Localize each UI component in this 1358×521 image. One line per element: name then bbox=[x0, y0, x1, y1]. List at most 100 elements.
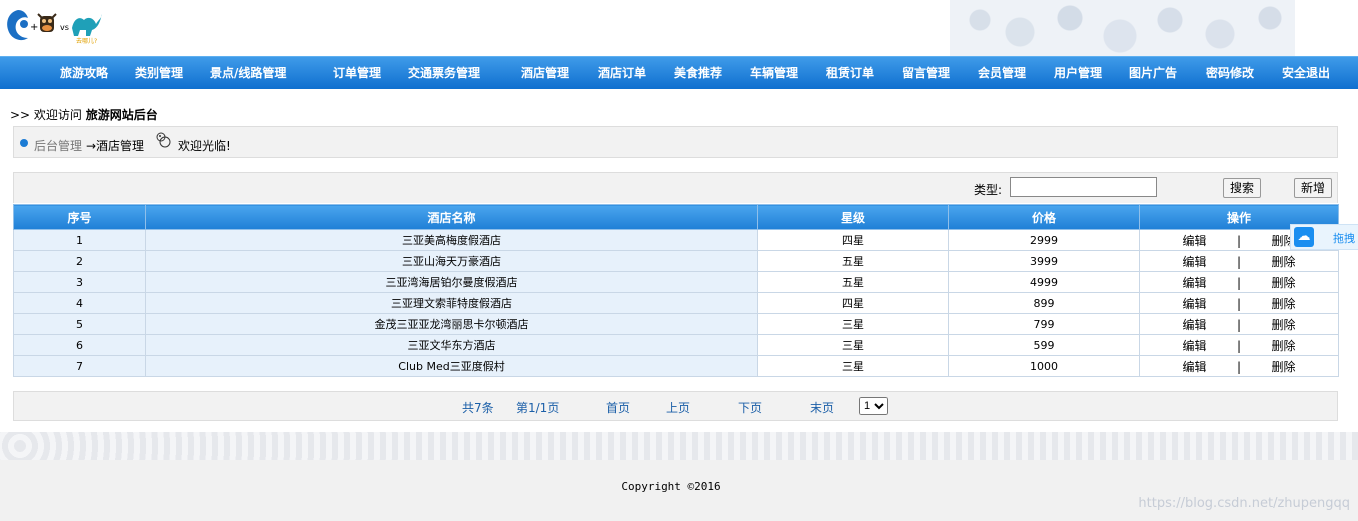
delete-link[interactable]: 删除 bbox=[1272, 358, 1296, 375]
action-separator: | bbox=[1236, 359, 1242, 374]
cell-id: 6 bbox=[13, 334, 146, 356]
pager-first[interactable]: 首页 bbox=[606, 399, 630, 416]
breadcrumb-bullet-icon bbox=[20, 139, 28, 147]
site-logo: + vs 去哪儿? bbox=[7, 10, 102, 45]
cell-id: 3 bbox=[13, 271, 146, 293]
header-id: 序号 bbox=[13, 204, 146, 230]
cell-price: 3999 bbox=[948, 250, 1140, 272]
search-button[interactable]: 搜索 bbox=[1223, 178, 1262, 198]
delete-link[interactable]: 删除 bbox=[1272, 337, 1296, 354]
edit-link[interactable]: 编辑 bbox=[1182, 358, 1206, 375]
action-separator: | bbox=[1236, 338, 1242, 353]
logo-brand: 去哪儿? bbox=[76, 37, 97, 45]
nav-category-admin[interactable]: 类别管理 bbox=[135, 57, 183, 89]
header-price: 价格 bbox=[948, 204, 1140, 230]
table-row: 6 三亚文华东方酒店 三星 599 编辑 | 删除 bbox=[13, 334, 1339, 356]
type-label: 类型: bbox=[974, 183, 1003, 197]
nav-member-admin[interactable]: 会员管理 bbox=[978, 57, 1026, 89]
logo-vs: vs bbox=[60, 23, 69, 32]
delete-link[interactable]: 删除 bbox=[1272, 274, 1296, 291]
nav-food[interactable]: 美食推荐 bbox=[674, 57, 722, 89]
table-row: 2 三亚山海天万豪酒店 五星 3999 编辑 | 删除 bbox=[13, 250, 1339, 272]
pagination: 共7条 第1/1页 首页 上页 下页 末页 1 bbox=[13, 391, 1338, 421]
cell-name: 三亚山海天万豪酒店 bbox=[145, 250, 758, 272]
header-cloud-pattern bbox=[950, 0, 1295, 56]
cell-star: 三星 bbox=[757, 313, 949, 335]
nav-change-password[interactable]: 密码修改 bbox=[1206, 57, 1254, 89]
nav-ticket-admin[interactable]: 交通票务管理 bbox=[408, 57, 480, 89]
nav-hotel-admin[interactable]: 酒店管理 bbox=[521, 57, 569, 89]
cell-id: 2 bbox=[13, 250, 146, 272]
cell-id: 1 bbox=[13, 229, 146, 251]
action-separator: | bbox=[1236, 275, 1242, 290]
table-row: 4 三亚理文索菲特度假酒店 四星 899 编辑 | 删除 bbox=[13, 292, 1339, 314]
cell-star: 五星 bbox=[757, 250, 949, 272]
cell-actions: 编辑 | 删除 bbox=[1139, 334, 1339, 356]
cell-name: Club Med三亚度假村 bbox=[145, 355, 758, 377]
side-tab-label: 拖拽 bbox=[1333, 232, 1355, 245]
cell-name: 金茂三亚亚龙湾丽思卡尔顿酒店 bbox=[145, 313, 758, 335]
type-input[interactable] bbox=[1010, 177, 1157, 197]
cell-id: 7 bbox=[13, 355, 146, 377]
nav-hotel-orders[interactable]: 酒店订单 bbox=[598, 57, 646, 89]
action-separator: | bbox=[1236, 296, 1242, 311]
greeting: 欢迎光临! bbox=[178, 139, 231, 153]
cell-id: 4 bbox=[13, 292, 146, 314]
cell-actions: 编辑 | 删除 bbox=[1139, 271, 1339, 293]
edit-link[interactable]: 编辑 bbox=[1182, 232, 1206, 249]
nav-vehicle-admin[interactable]: 车辆管理 bbox=[750, 57, 798, 89]
welcome-prefix: >> 欢迎访问 bbox=[10, 108, 82, 122]
nav-user-admin[interactable]: 用户管理 bbox=[1054, 57, 1102, 89]
welcome-line: >> 欢迎访问 旅游网站后台 bbox=[10, 106, 158, 123]
cell-actions: 编辑 | 删除 bbox=[1139, 355, 1339, 377]
cell-actions: 编辑 | 删除 bbox=[1139, 313, 1339, 335]
action-separator: | bbox=[1236, 233, 1242, 248]
edit-link[interactable]: 编辑 bbox=[1182, 253, 1206, 270]
nav-scenic-route-admin[interactable]: 景点/线路管理 bbox=[210, 57, 286, 89]
nav-message-admin[interactable]: 留言管理 bbox=[902, 57, 950, 89]
cell-actions: 编辑 | 删除 bbox=[1139, 250, 1339, 272]
pager-next[interactable]: 下页 bbox=[738, 399, 762, 416]
edit-link[interactable]: 编辑 bbox=[1182, 295, 1206, 312]
delete-link[interactable]: 删除 bbox=[1272, 295, 1296, 312]
cell-name: 三亚理文索菲特度假酒店 bbox=[145, 292, 758, 314]
nav-travel-guide[interactable]: 旅游攻略 bbox=[60, 57, 108, 89]
logo-plus: + bbox=[30, 22, 38, 33]
cell-star: 三星 bbox=[757, 334, 949, 356]
breadcrumb-current: →酒店管理 bbox=[86, 139, 145, 153]
edit-link[interactable]: 编辑 bbox=[1182, 337, 1206, 354]
drag-side-tab[interactable]: ☁ 拖拽 bbox=[1290, 224, 1358, 250]
nav-order-admin[interactable]: 订单管理 bbox=[333, 57, 381, 89]
cell-name: 三亚美高梅度假酒店 bbox=[145, 229, 758, 251]
table-row: 1 三亚美高梅度假酒店 四星 2999 编辑 | 删除 bbox=[13, 229, 1339, 251]
table-row: 5 金茂三亚亚龙湾丽思卡尔顿酒店 三星 799 编辑 | 删除 bbox=[13, 313, 1339, 335]
pager-prev[interactable]: 上页 bbox=[666, 399, 690, 416]
cell-price: 599 bbox=[948, 334, 1140, 356]
footer-pattern bbox=[0, 432, 1358, 460]
pager-last[interactable]: 末页 bbox=[810, 399, 834, 416]
nav-rental-orders[interactable]: 租赁订单 bbox=[826, 57, 874, 89]
breadcrumb-home[interactable]: 后台管理 bbox=[34, 137, 82, 154]
page-select[interactable]: 1 bbox=[859, 397, 888, 415]
delete-link[interactable]: 删除 bbox=[1272, 253, 1296, 270]
cell-star: 四星 bbox=[757, 292, 949, 314]
site-name: 旅游网站后台 bbox=[85, 108, 158, 122]
cell-price: 799 bbox=[948, 313, 1140, 335]
action-separator: | bbox=[1236, 254, 1242, 269]
watermark: https://blog.csdn.net/zhupengqq bbox=[1138, 496, 1350, 511]
nav-image-ads[interactable]: 图片广告 bbox=[1129, 57, 1177, 89]
pager-page: 第1/1页 bbox=[516, 401, 560, 415]
edit-link[interactable]: 编辑 bbox=[1182, 274, 1206, 291]
header-hotel-name: 酒店名称 bbox=[145, 204, 758, 230]
table-header-row: 序号 酒店名称 星级 价格 操作 bbox=[13, 204, 1339, 230]
cell-star: 五星 bbox=[757, 271, 949, 293]
cell-name: 三亚文华东方酒店 bbox=[145, 334, 758, 356]
nav-logout[interactable]: 安全退出 bbox=[1282, 57, 1330, 89]
edit-link[interactable]: 编辑 bbox=[1182, 316, 1206, 333]
copyright: Copyright ©2016 bbox=[621, 480, 721, 493]
hotel-table: 序号 酒店名称 星级 价格 操作 1 三亚美高梅度假酒店 四星 2999 编辑 … bbox=[13, 204, 1339, 377]
cell-star: 三星 bbox=[757, 355, 949, 377]
add-button[interactable]: 新增 bbox=[1294, 178, 1333, 198]
cell-name: 三亚湾海居铂尔曼度假酒店 bbox=[145, 271, 758, 293]
delete-link[interactable]: 删除 bbox=[1272, 316, 1296, 333]
